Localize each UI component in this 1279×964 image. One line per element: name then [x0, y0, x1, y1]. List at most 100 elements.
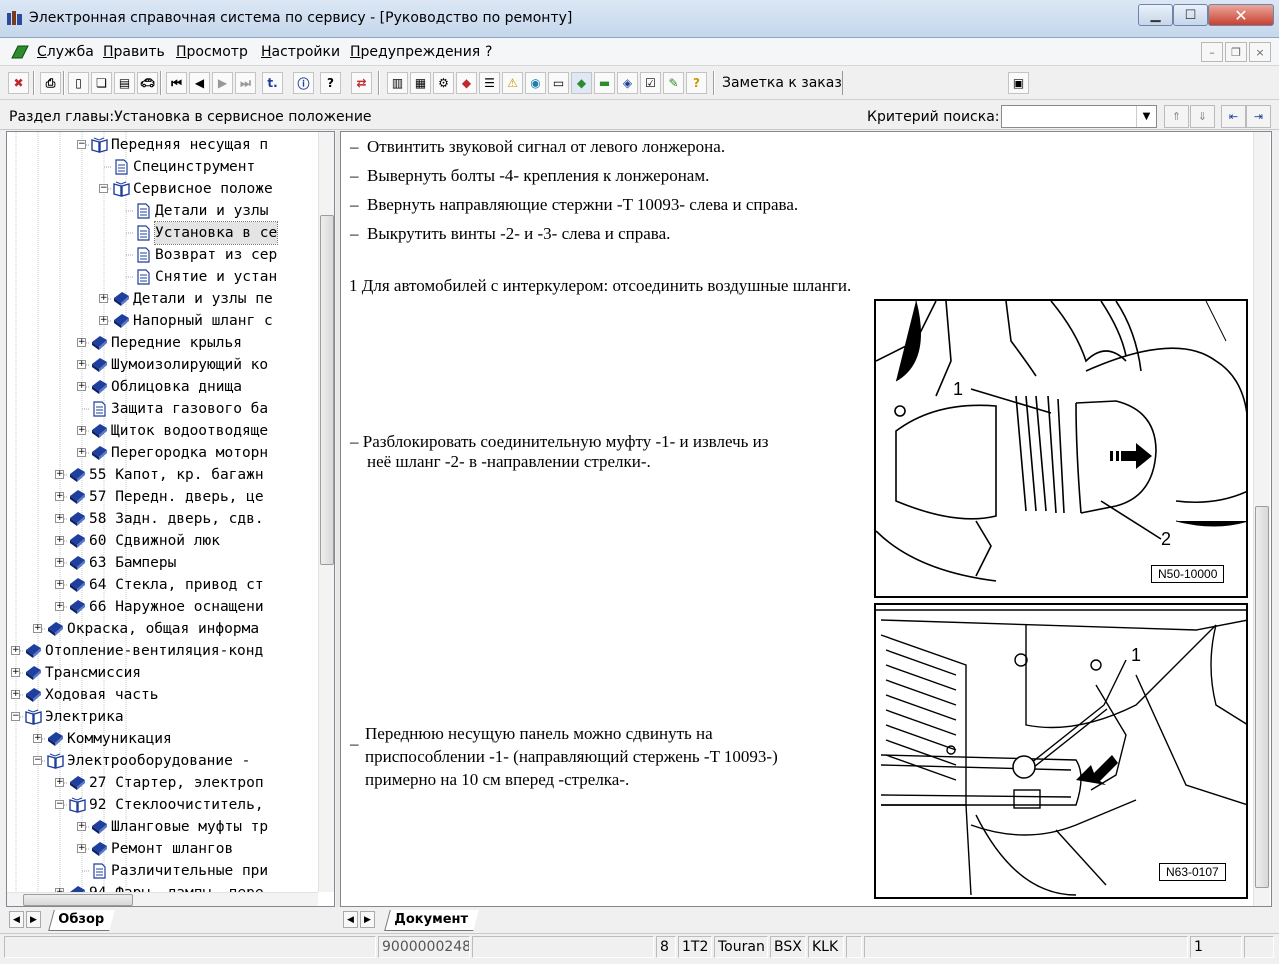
tree-item[interactable]: Различительные при: [7, 860, 317, 882]
menu-prosmotr[interactable]: Просмотр: [176, 44, 248, 60]
tree-horizontal-scrollbar[interactable]: [7, 892, 318, 906]
collapse-icon[interactable]: −: [33, 756, 42, 765]
tab-scroll-right-button[interactable]: ▶: [26, 911, 41, 928]
toolbar-btn-book-a[interactable]: ▥: [387, 72, 408, 94]
toolbar-btn-edit[interactable]: ✎: [663, 72, 684, 94]
tab-document[interactable]: Документ: [384, 910, 479, 931]
first-page-button[interactable]: ⏮: [166, 72, 187, 94]
tree-item[interactable]: − Электрика: [7, 706, 317, 728]
order-note-button[interactable]: ▣: [1008, 72, 1029, 94]
tree-item[interactable]: + Окраска, общая информа: [7, 618, 317, 640]
tree-item[interactable]: Снятие и устан: [7, 266, 317, 288]
expand-icon[interactable]: +: [33, 624, 42, 633]
toolbar-btn-help-book[interactable]: ?: [686, 72, 707, 94]
tree-item[interactable]: +63 Бамперы: [7, 552, 317, 574]
dropdown-arrow[interactable]: ▼: [1136, 106, 1156, 127]
expand-icon[interactable]: +: [11, 668, 20, 677]
toolbar-btn-vehicle-green[interactable]: ▬: [594, 72, 615, 94]
expand-icon[interactable]: +: [99, 294, 108, 303]
expand-icon[interactable]: +: [77, 844, 86, 853]
tab-scroll-left-button[interactable]: ◀: [343, 911, 358, 928]
info-button[interactable]: ⓘ: [293, 72, 314, 94]
tree-item[interactable]: − Электрооборудование -: [7, 750, 317, 772]
close-button[interactable]: ✕: [1208, 4, 1274, 26]
expand-icon[interactable]: +: [55, 514, 64, 523]
notes-button[interactable]: ▤: [114, 72, 135, 94]
collapse-icon[interactable]: −: [99, 184, 108, 193]
tree-item[interactable]: − Передняя несущая п: [7, 134, 317, 156]
collapse-icon[interactable]: −: [77, 140, 86, 149]
expand-icon[interactable]: +: [77, 426, 86, 435]
exit-button[interactable]: ✖: [8, 72, 29, 94]
status-size-grip[interactable]: [1244, 936, 1274, 958]
toolbar-btn-tools[interactable]: ⚙: [433, 72, 454, 94]
document-vertical-scrollbar[interactable]: [1253, 132, 1270, 906]
document-scroll-thumb[interactable]: [1255, 506, 1269, 888]
back-to-toc-button[interactable]: t.: [262, 72, 283, 94]
tree-item[interactable]: +66 Наружное оснащени: [7, 596, 317, 618]
menu-pravit[interactable]: Править: [103, 44, 165, 60]
tree-item[interactable]: + Коммуникация: [7, 728, 317, 750]
expand-icon[interactable]: +: [77, 382, 86, 391]
expand-icon[interactable]: +: [11, 646, 20, 655]
toolbar-btn-book-b[interactable]: ▦: [410, 72, 431, 94]
toolbar-btn-checklist[interactable]: ☑: [640, 72, 661, 94]
menu-help[interactable]: ?: [485, 44, 492, 60]
tree-item[interactable]: + Детали и узлы пе: [7, 288, 317, 310]
expand-icon[interactable]: +: [55, 470, 64, 479]
collapse-icon[interactable]: −: [55, 800, 64, 809]
maximize-button[interactable]: ☐: [1173, 4, 1208, 26]
expand-right-button[interactable]: ⇥: [1246, 105, 1271, 128]
tree-item[interactable]: + Передние крылья: [7, 332, 317, 354]
tree-item[interactable]: Детали и узлы: [7, 200, 317, 222]
tree-item[interactable]: + Напорный шланг с: [7, 310, 317, 332]
copy-button[interactable]: ❏: [91, 72, 112, 94]
mdi-minimize-button[interactable]: –: [1201, 42, 1223, 62]
expand-icon[interactable]: +: [77, 338, 86, 347]
toolbar-btn-vehicle-search[interactable]: ◈: [617, 72, 638, 94]
order-note-field[interactable]: [842, 71, 1004, 95]
expand-icon[interactable]: +: [77, 448, 86, 457]
tree-item[interactable]: + Отопление-вентиляция-конд: [7, 640, 317, 662]
next-page-button[interactable]: ▶: [212, 72, 233, 94]
toolbar-btn-repair-manual[interactable]: ◆: [571, 72, 592, 94]
tree-item[interactable]: + Трансмиссия: [7, 662, 317, 684]
tree-hscroll-thumb[interactable]: [23, 894, 133, 906]
tree-item[interactable]: +27 Стартер, электроп: [7, 772, 317, 794]
expand-icon[interactable]: +: [33, 734, 42, 743]
toolbar-btn-list[interactable]: ☰: [479, 72, 500, 94]
toolbar-btn-battery[interactable]: ▭: [548, 72, 569, 94]
tree-item[interactable]: +60 Сдвижной люк: [7, 530, 317, 552]
expand-icon[interactable]: +: [55, 492, 64, 501]
expand-icon[interactable]: +: [55, 580, 64, 589]
collapse-left-button[interactable]: ⇤: [1221, 105, 1246, 128]
tree-item[interactable]: + Перегородка моторн: [7, 442, 317, 464]
toolbar-btn-globe[interactable]: ◉: [525, 72, 546, 94]
tree-item[interactable]: Защита газового ба: [7, 398, 317, 420]
tree-item[interactable]: + Щиток водоотводяще: [7, 420, 317, 442]
help-button[interactable]: ?: [320, 72, 341, 94]
menu-nastroiki[interactable]: Настройки: [261, 44, 340, 60]
tree-item[interactable]: − 92 Стеклоочиститель,: [7, 794, 317, 816]
search-prev-button[interactable]: ⇑: [1164, 105, 1189, 128]
tree-item[interactable]: +58 Задн. дверь, сдв.: [7, 508, 317, 530]
expand-icon[interactable]: +: [77, 360, 86, 369]
tree-item[interactable]: Возврат из сер: [7, 244, 317, 266]
tree-item[interactable]: +57 Передн. дверь, це: [7, 486, 317, 508]
expand-icon[interactable]: +: [99, 316, 108, 325]
tree-item[interactable]: Специнструмент: [7, 156, 317, 178]
toolbar-btn-warning[interactable]: ⚠: [502, 72, 523, 94]
expand-icon[interactable]: +: [55, 558, 64, 567]
swap-button[interactable]: ⇄: [351, 72, 372, 94]
tree-item[interactable]: Установка в се: [7, 221, 317, 245]
expand-icon[interactable]: +: [55, 778, 64, 787]
minimize-button[interactable]: ▁: [1138, 4, 1173, 26]
expand-icon[interactable]: +: [55, 536, 64, 545]
previous-page-button[interactable]: ◀: [189, 72, 210, 94]
expand-icon[interactable]: +: [55, 602, 64, 611]
mdi-close-button[interactable]: ×: [1249, 42, 1271, 62]
menu-sluzhba[interactable]: Служба: [37, 44, 94, 60]
tree-scroll-thumb[interactable]: [320, 215, 334, 565]
tree-item[interactable]: +64 Стекла, привод ст: [7, 574, 317, 596]
tab-overview[interactable]: Обзор: [48, 910, 115, 931]
